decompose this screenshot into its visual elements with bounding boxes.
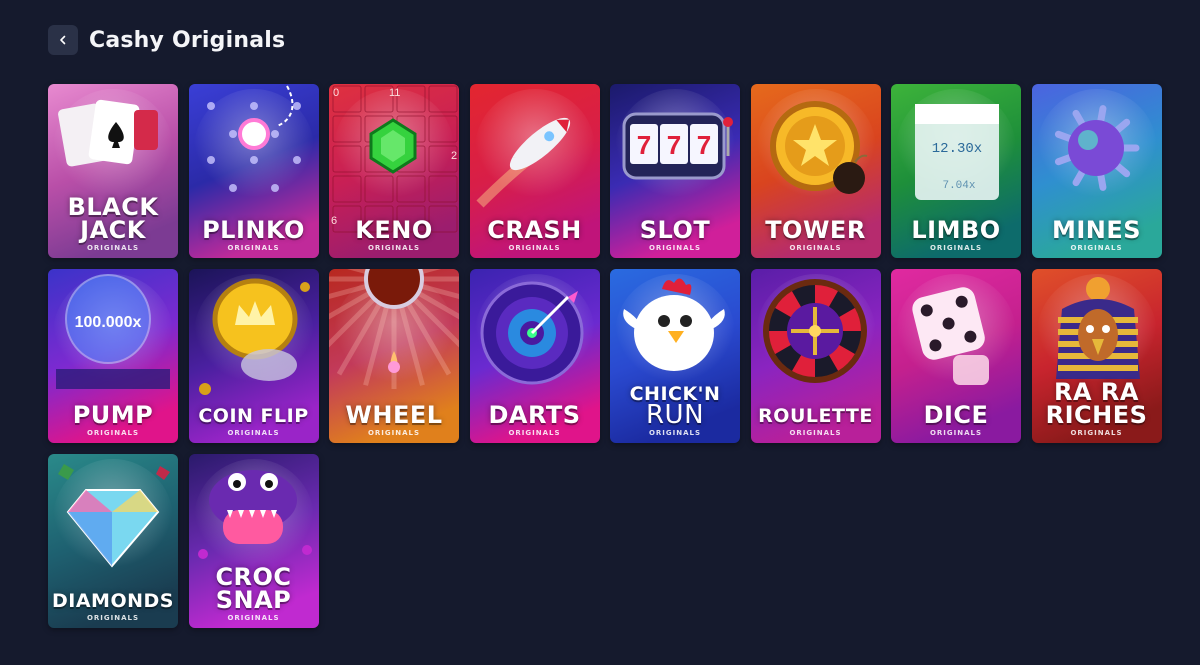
game-title: CRASH bbox=[487, 216, 582, 244]
svg-text:12.30x: 12.30x bbox=[932, 141, 982, 157]
svg-text:7: 7 bbox=[667, 130, 681, 160]
game-card-mines[interactable]: MINES ORIGINALS bbox=[1031, 84, 1162, 258]
game-title: BLACK JACK bbox=[67, 193, 159, 244]
game-card-plinko[interactable]: PLINKO ORIGINALS bbox=[188, 84, 319, 258]
game-subtitle: ORIGINALS bbox=[929, 244, 983, 252]
page-header: Cashy Originals bbox=[48, 25, 285, 55]
game-title: PUMP bbox=[72, 401, 154, 429]
game-subtitle: ORIGINALS bbox=[648, 429, 702, 437]
game-card-tower[interactable]: TOWER ORIGINALS bbox=[750, 84, 881, 258]
game-subtitle: ORIGINALS bbox=[1070, 429, 1123, 437]
game-card-wheel[interactable]: WHEEL ORIGINALS bbox=[329, 269, 459, 443]
game-subtitle: ORIGINALS bbox=[1070, 244, 1123, 252]
game-subtitle: ORIGINALS bbox=[86, 429, 140, 437]
game-title: PLINKO bbox=[202, 216, 305, 244]
svg-text:100.000x: 100.000x bbox=[75, 314, 142, 331]
game-title: ROULETTE bbox=[758, 405, 873, 427]
game-subtitle: ORIGINALS bbox=[227, 429, 280, 437]
game-card-crash[interactable]: CRASH ORIGINALS bbox=[469, 84, 600, 258]
game-subtitle: ORIGINALS bbox=[508, 244, 561, 252]
game-subtitle: ORIGINALS bbox=[86, 614, 140, 622]
game-card-diamonds[interactable]: DIAMONDS ORIGINALS bbox=[48, 454, 178, 628]
game-card-darts[interactable]: DARTS ORIGINALS bbox=[469, 269, 600, 443]
game-title: SLOT bbox=[639, 216, 711, 244]
game-title: DICE bbox=[923, 401, 989, 429]
svg-text:7: 7 bbox=[637, 130, 651, 160]
game-title: CHICK'N bbox=[629, 383, 721, 405]
svg-text:11: 11 bbox=[389, 87, 400, 99]
game-title: MINES bbox=[1051, 216, 1142, 244]
game-card-keno[interactable]: 0 11 2 6 KENO ORIGINALS bbox=[329, 84, 459, 258]
game-subtitle: ORIGINALS bbox=[367, 429, 421, 437]
game-card-pump[interactable]: 100.000x PUMP ORIGINALS bbox=[48, 269, 178, 443]
game-subtitle: ORIGINALS bbox=[789, 244, 842, 252]
game-card-slot[interactable]: 7 7 7 SLOT ORIGINALS bbox=[610, 84, 740, 258]
game-subtitle: ORIGINALS bbox=[86, 244, 140, 252]
game-card-limbo[interactable]: 12.30x 7.04x LIMBO ORIGINALS bbox=[891, 84, 1021, 258]
game-subtitle: ORIGINALS bbox=[929, 429, 983, 437]
game-title: DIAMONDS bbox=[52, 590, 174, 612]
back-button[interactable] bbox=[48, 25, 78, 55]
game-title: LIMBO bbox=[911, 216, 1001, 244]
game-subtitle: ORIGINALS bbox=[227, 244, 280, 252]
game-title: CROC SNAP bbox=[215, 563, 292, 614]
game-card-dice[interactable]: DICE ORIGINALS bbox=[891, 269, 1021, 443]
game-title: RA RA RICHES bbox=[1045, 378, 1148, 429]
game-subtitle: ORIGINALS bbox=[789, 429, 842, 437]
game-title: DARTS bbox=[488, 401, 581, 429]
svg-text:0: 0 bbox=[333, 87, 339, 99]
game-title: TOWER bbox=[765, 216, 866, 244]
svg-text:2: 2 bbox=[451, 150, 457, 162]
game-subtitle: ORIGINALS bbox=[508, 429, 561, 437]
games-grid: BLACK JACK ORIGINALS PLINKO ORIGINALS 0 11… bbox=[48, 84, 1162, 628]
game-card-roulette[interactable]: ROULETTE ORIGINALS bbox=[750, 269, 881, 443]
game-subtitle: ORIGINALS bbox=[227, 614, 280, 622]
game-subtitle: ORIGINALS bbox=[367, 244, 421, 252]
game-card-croc-snap[interactable]: CROC SNAP ORIGINALS bbox=[188, 454, 319, 628]
game-title-line2: RUN bbox=[645, 400, 705, 430]
game-title: KENO bbox=[355, 216, 433, 244]
game-card-blackjack[interactable]: BLACK JACK ORIGINALS bbox=[48, 84, 178, 258]
page-title: Cashy Originals bbox=[89, 27, 286, 53]
game-card-coin-flip[interactable]: COIN FLIP ORIGINALS bbox=[188, 269, 319, 443]
svg-text:7.04x: 7.04x bbox=[942, 180, 975, 192]
svg-text:7: 7 bbox=[697, 130, 711, 160]
game-title: WHEEL bbox=[345, 401, 443, 429]
game-card-ra-ra-riches[interactable]: RA RA RICHES ORIGINALS bbox=[1031, 269, 1162, 443]
game-subtitle: ORIGINALS bbox=[648, 244, 702, 252]
game-card-chicken-run[interactable]: RUN CHICK'N ORIGINALS bbox=[610, 269, 740, 443]
chevron-left-icon bbox=[60, 35, 66, 45]
game-title: COIN FLIP bbox=[198, 405, 309, 427]
